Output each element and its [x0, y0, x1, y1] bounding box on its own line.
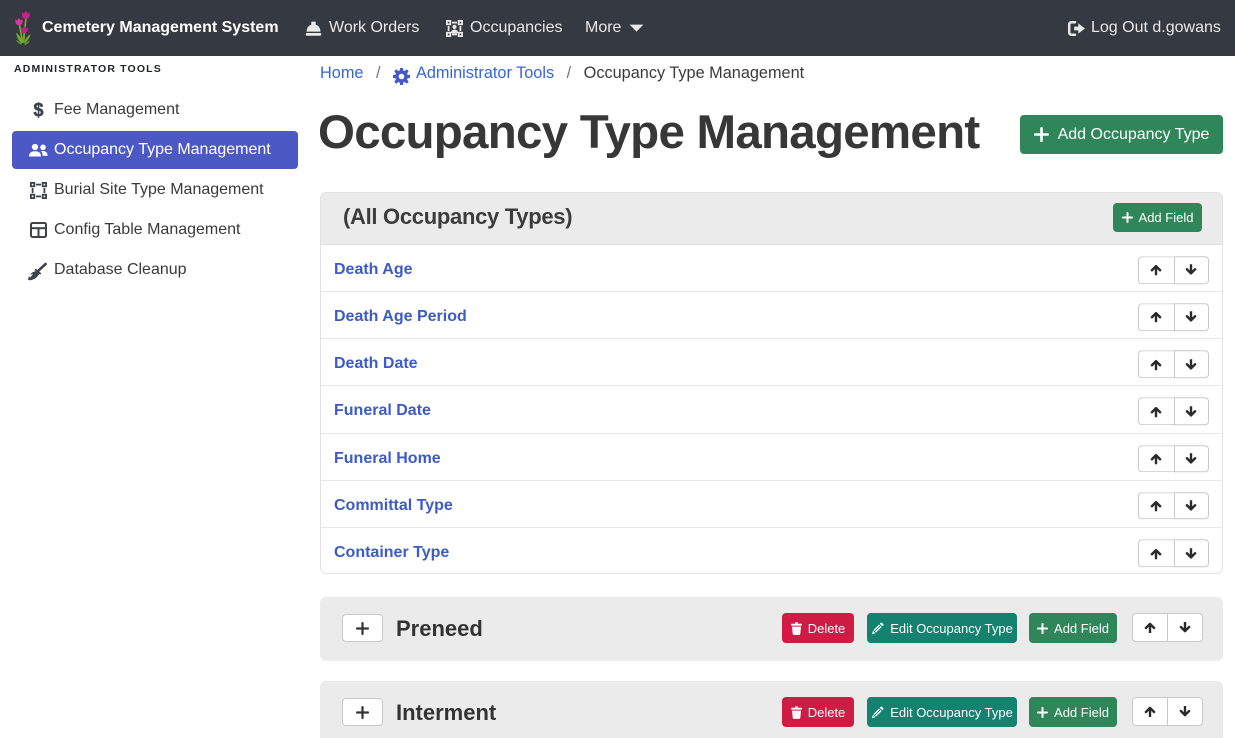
svg-text:$: $ [33, 101, 43, 119]
